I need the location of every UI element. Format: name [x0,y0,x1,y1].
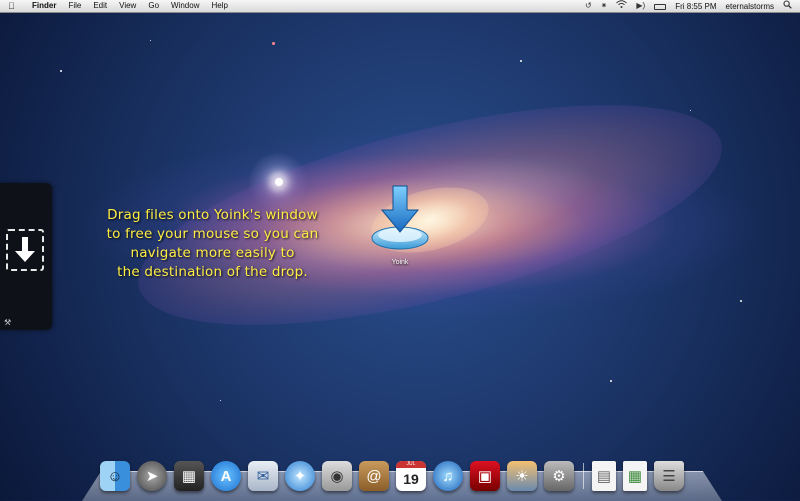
finder-icon[interactable]: ☺ [100,461,130,491]
wallpaper-star [60,70,62,72]
mission-control-icon[interactable]: ▦ [174,461,204,491]
trash-icon[interactable]: ☰ [654,461,684,491]
arrow-down-icon [15,237,35,262]
instruction-line: the destination of the drop. [117,264,308,280]
mail-icon[interactable]: ✉ [248,461,278,491]
menu-help[interactable]: Help [211,0,227,12]
volume-icon[interactable]: ▶) [636,0,645,12]
wallpaper-star [275,178,283,186]
menu-bar:  Finder File Edit View Go Window Help ↺… [0,0,800,13]
app-store-icon[interactable]: A [211,461,241,491]
menu-file[interactable]: File [68,0,81,12]
wallpaper-star [150,40,151,41]
menu-clock[interactable]: Fri 8:55 PM [675,2,716,11]
menu-extras: ↺ ⁕ ▶) Fri 8:55 PM eternalstorms [585,0,792,12]
battery-icon[interactable] [654,4,667,10]
wallpaper-star [610,380,612,382]
photo-booth-icon[interactable]: ▣ [470,461,500,491]
ical-month: JUL [396,461,426,468]
wallpaper-star [690,110,691,111]
ical-day: 19 [403,471,419,487]
instruction-text: Drag files onto Yoink's window to free y… [80,206,345,282]
system-preferences-icon[interactable]: ⚙ [544,461,574,491]
dock-separator [583,463,584,489]
wallpaper-star [740,300,742,302]
apple-icon[interactable]:  [8,0,22,12]
wallpaper-star [220,400,221,401]
desktop-icon-yoink[interactable]: Yoink [368,180,432,266]
documents-stack-icon[interactable]: ▤ [592,461,616,491]
launchpad-icon[interactable]: ➤ [137,461,167,491]
ical-date: JUL 19 [396,461,426,491]
wifi-icon[interactable] [616,0,628,12]
spotlight-search-icon[interactable] [783,0,792,13]
ical-icon[interactable]: JUL 19 [396,461,426,491]
menu-app-name[interactable]: Finder [32,0,56,12]
menu-edit[interactable]: Edit [93,0,107,12]
wallpaper-star [520,60,522,62]
time-machine-icon[interactable]: ↺ [585,0,592,12]
menu-window[interactable]: Window [171,0,199,12]
itunes-icon[interactable]: ♫ [433,461,463,491]
desktop-icon-label: Yoink [391,259,409,266]
downloads-stack-icon[interactable]: ▦ [623,461,647,491]
instruction-line: to free your mouse so you can [106,226,319,242]
bluetooth-icon[interactable]: ⁕ [601,0,608,12]
instruction-line: navigate more easily to [130,245,295,261]
address-book-icon[interactable]: @ [359,461,389,491]
iphoto-icon[interactable]: ☀ [507,461,537,491]
wallpaper-star [272,42,275,45]
yoink-app-icon [371,185,429,250]
yoink-panel[interactable]: ⚒ [0,183,52,330]
menu-username[interactable]: eternalstorms [726,2,774,11]
tools-icon[interactable]: ⚒ [4,318,11,327]
menu-view[interactable]: View [119,0,136,12]
menu-go[interactable]: Go [148,0,159,12]
safari-icon[interactable]: ✦ [285,461,315,491]
yoink-drop-zone[interactable] [6,229,44,271]
facetime-icon[interactable]: ◉ [322,461,352,491]
dock: ☺ ➤ ▦ A ✉ ✦ ◉ @ JUL 19 ♫ ▣ ☀ ⚙ ▤ ▦ ☰ [100,453,710,491]
instruction-line: Drag files onto Yoink's window [107,207,318,223]
